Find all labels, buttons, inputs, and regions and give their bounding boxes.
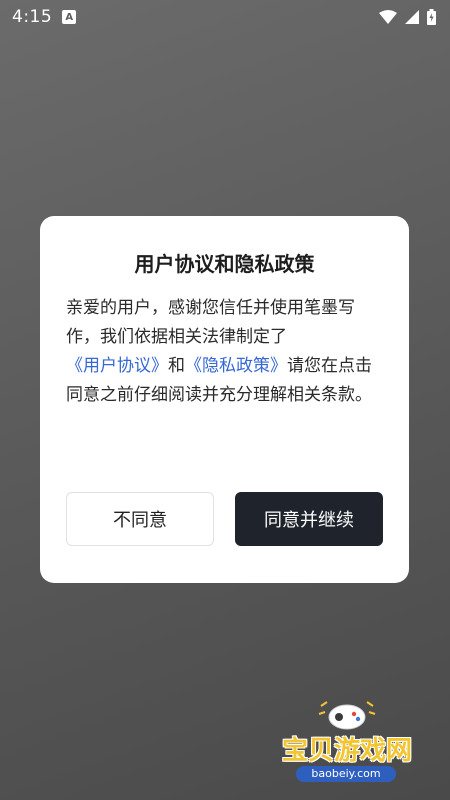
- dialog-body: 亲爱的用户，感谢您信任并使用笔墨写作，我们依据相关法律制定了《用户协议》和《隐私…: [66, 294, 387, 410]
- watermark-brand: 宝贝游戏网: [281, 736, 412, 766]
- privacy-policy-link[interactable]: 《隐私政策》: [185, 356, 287, 376]
- body-text-and: 和: [168, 356, 185, 376]
- gamepad-icon: [318, 701, 376, 730]
- status-time: 4:15: [12, 7, 53, 27]
- signal-icon: [405, 10, 419, 24]
- body-text-intro: 亲爱的用户，感谢您信任并使用笔墨写作，我们依据相关法律制定了: [66, 298, 355, 347]
- watermark: 宝贝游戏网 baobeiy.com: [272, 700, 422, 790]
- agree-continue-button[interactable]: 同意并继续: [235, 492, 383, 546]
- status-bar: 4:15 A: [0, 0, 450, 34]
- disagree-button[interactable]: 不同意: [66, 492, 214, 546]
- dialog-title: 用户协议和隐私政策: [134, 252, 315, 276]
- user-agreement-link[interactable]: 《用户协议》: [66, 356, 168, 376]
- a-icon: A: [62, 10, 77, 24]
- wifi-icon: [379, 10, 397, 24]
- agreement-dialog: 用户协议和隐私政策 亲爱的用户，感谢您信任并使用笔墨写作，我们依据相关法律制定了…: [40, 216, 409, 583]
- battery-icon: [427, 9, 436, 25]
- watermark-domain: baobeiy.com: [296, 766, 396, 782]
